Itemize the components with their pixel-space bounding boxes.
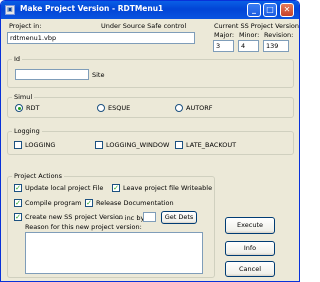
inc-by-field[interactable] — [143, 212, 156, 222]
title-bar[interactable]: ▣ Make Project Version - RDTMenu1 _ □ ✕ — [1, 1, 299, 19]
late-backout-checkbox[interactable] — [175, 141, 183, 149]
major-label: Major: — [214, 31, 235, 39]
maximize-button[interactable]: □ — [263, 3, 277, 17]
logging-window-label: LOGGING_WINDOW — [106, 141, 170, 149]
simul-rdt-label: RDT — [26, 104, 40, 112]
inc-by-label: -- inc by: — [118, 214, 147, 222]
minor-label: Minor: — [239, 31, 260, 39]
project-file-field[interactable]: rdtmenu1.vbp — [7, 32, 195, 44]
dialog-window: ▣ Make Project Version - RDTMenu1 _ □ ✕ … — [0, 0, 300, 282]
minimize-button[interactable]: _ — [247, 3, 261, 17]
major-field[interactable]: 3 — [213, 40, 234, 52]
id-site-field[interactable] — [15, 69, 89, 80]
update-local-label: Update local project File — [25, 184, 104, 192]
simul-rdt-radio[interactable] — [15, 104, 23, 112]
late-backout-label: LATE_BACKOUT — [186, 141, 237, 149]
compile-checkbox[interactable]: ✓ — [14, 199, 22, 207]
window-title: Make Project Version - RDTMenu1 — [20, 4, 164, 13]
minor-field[interactable]: 4 — [238, 40, 259, 52]
revision-field[interactable]: 139 — [263, 40, 289, 52]
release-doc-checkbox[interactable]: ✓ — [85, 199, 93, 207]
simul-esque-label: ESQUE — [108, 104, 131, 112]
logging-group-title: Logging — [12, 127, 42, 135]
logging-window-checkbox[interactable] — [95, 141, 103, 149]
cancel-button[interactable]: Cancel — [225, 261, 275, 277]
project-actions-title: Project Actions — [12, 172, 65, 180]
release-doc-label: Release Documentation — [96, 199, 174, 207]
simul-autorf-radio[interactable] — [175, 104, 183, 112]
id-group-title: Id — [12, 55, 23, 63]
logging-label: LOGGING — [25, 141, 56, 149]
create-version-checkbox[interactable]: ✓ — [14, 213, 22, 221]
project-label: Project in: — [9, 22, 42, 30]
app-icon: ▣ — [5, 5, 15, 15]
simul-esque-radio[interactable] — [97, 104, 105, 112]
compile-label: Compile program — [25, 199, 82, 207]
revision-label: Revision: — [264, 31, 294, 39]
source-safe-status: Under Source Safe control — [101, 22, 187, 30]
logging-checkbox[interactable] — [14, 141, 22, 149]
simul-group-title: Simul — [12, 93, 35, 101]
execute-button[interactable]: Execute — [225, 217, 275, 234]
simul-autorf-label: AUTORF — [186, 104, 213, 112]
create-version-label: Create new SS project Version — [25, 213, 124, 221]
info-button[interactable]: Info — [225, 241, 275, 256]
reason-textarea[interactable] — [25, 232, 203, 274]
leave-writeable-label: Leave project file Writeable — [123, 184, 213, 192]
simul-group: Simul — [7, 93, 294, 118]
site-label: Site — [92, 71, 105, 79]
reason-label: Reason for this new project version: — [25, 223, 142, 231]
close-button[interactable]: ✕ — [280, 3, 294, 17]
leave-writeable-checkbox[interactable]: ✓ — [112, 184, 120, 192]
ss-version-title: Current SS Project Version — [214, 22, 300, 30]
get-dets-button[interactable]: Get Dets — [161, 211, 197, 224]
update-local-checkbox[interactable]: ✓ — [14, 184, 22, 192]
